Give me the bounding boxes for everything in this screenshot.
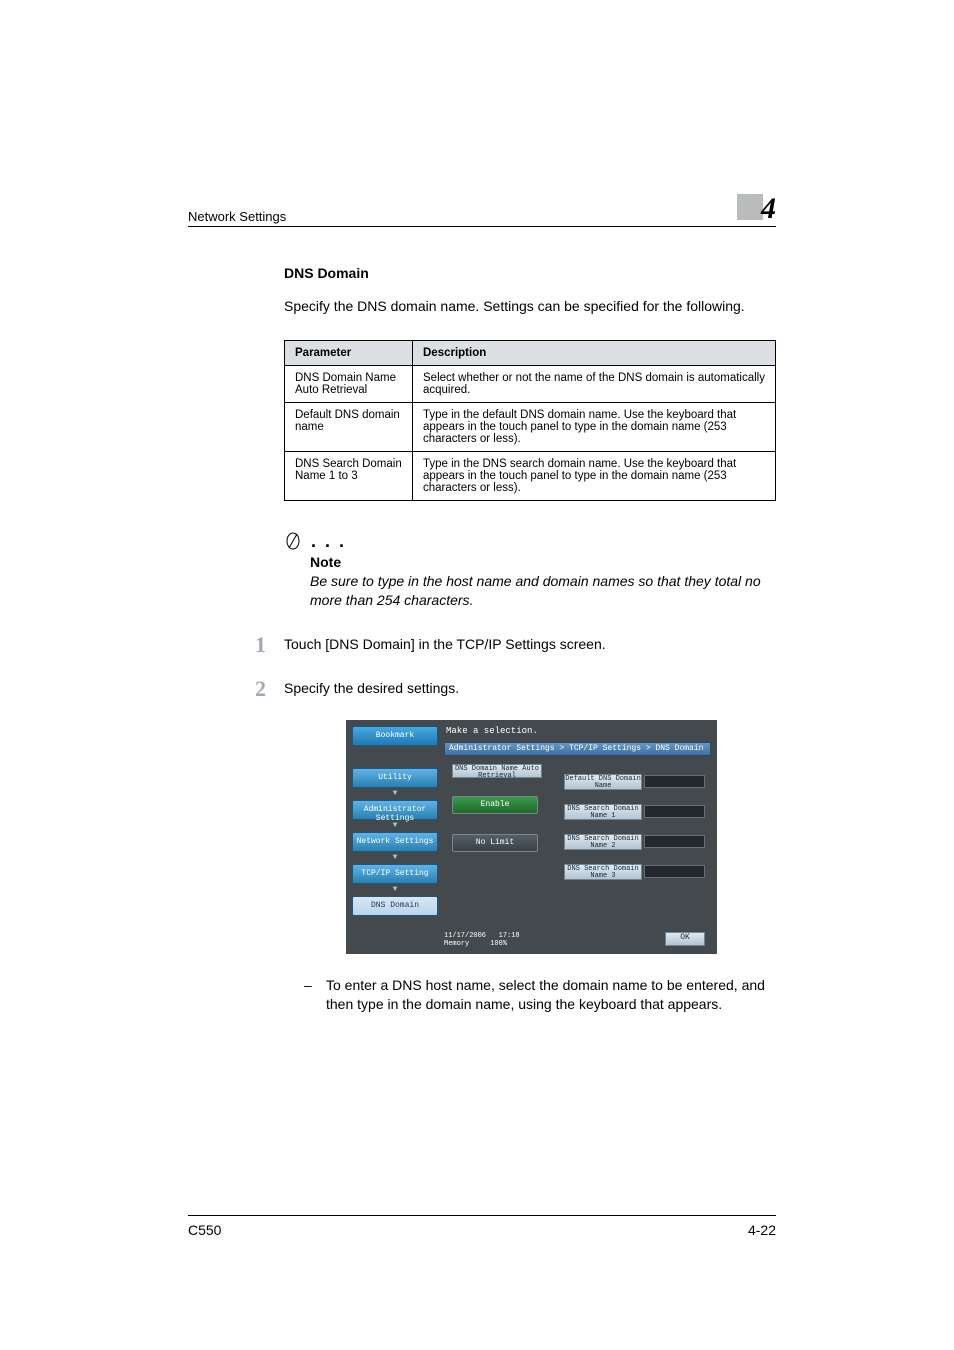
dns-search-2-field[interactable] [644, 835, 705, 848]
dns-search-1-field[interactable] [644, 805, 705, 818]
intro-paragraph: Specify the DNS domain name. Settings ca… [284, 297, 776, 316]
param-cell: DNS Domain Name Auto Retrieval [285, 365, 413, 402]
note-block: . . . Note Be sure to type in the host n… [284, 531, 776, 610]
sidebar-item-utility[interactable]: Utility [352, 768, 438, 788]
chapter-icon [737, 194, 763, 220]
chevron-down-icon: ▼ [352, 789, 438, 798]
sub-item-text: To enter a DNS host name, select the dom… [326, 976, 776, 1014]
sidebar-item-network[interactable]: Network Settings [352, 832, 438, 852]
table-row: DNS Domain Name Auto Retrieval Select wh… [285, 365, 776, 402]
status-memory-label: Memory [444, 940, 469, 948]
enable-button[interactable]: Enable [452, 796, 538, 814]
dns-search-2-label[interactable]: DNS Search Domain Name 2 [564, 834, 642, 850]
note-body: Be sure to type in the host name and dom… [310, 572, 776, 610]
dns-search-3-field[interactable] [644, 865, 705, 878]
breadcrumb: Administrator Settings > TCP/IP Settings… [444, 742, 711, 756]
parameter-table: Parameter Description DNS Domain Name Au… [284, 340, 776, 501]
running-header: Network Settings 4 [188, 190, 776, 227]
step-text: Specify the desired settings. [284, 676, 459, 696]
dns-search-1-label[interactable]: DNS Search Domain Name 1 [564, 804, 642, 820]
chevron-down-icon: ▼ [352, 885, 438, 894]
footer-page: 4-22 [748, 1222, 776, 1238]
table-row: Default DNS domain name Type in the defa… [285, 402, 776, 451]
status-memory-pct: 100% [490, 940, 507, 948]
auto-retrieval-label: DNS Domain Name Auto Retrieval [452, 764, 542, 778]
device-screenshot: Make a selection. Administrator Settings… [346, 720, 717, 954]
step-2: 2 Specify the desired settings. [284, 676, 776, 702]
ok-button[interactable]: OK [665, 932, 705, 946]
step-text: Touch [DNS Domain] in the TCP/IP Setting… [284, 632, 606, 652]
default-dns-label[interactable]: Default DNS Domain Name [564, 774, 642, 790]
dns-search-3-label[interactable]: DNS Search Domain Name 3 [564, 864, 642, 880]
page-footer: C550 4-22 [188, 1215, 776, 1238]
sub-list-item: – To enter a DNS host name, select the d… [284, 976, 776, 1014]
chapter-number: 4 [761, 192, 776, 226]
subsection-heading: DNS Domain [284, 265, 776, 281]
status-time: 17:18 [499, 932, 520, 940]
sidebar: Bookmark Utility ▼ Administrator Setting… [352, 726, 438, 948]
prompt-text: Make a selection. [446, 726, 538, 736]
note-icon: . . . [284, 531, 776, 552]
status-bar: 11/17/2006 17:18 Memory 100% [444, 932, 520, 948]
param-cell: DNS Search Domain Name 1 to 3 [285, 451, 413, 500]
step-number: 1 [244, 632, 284, 658]
desc-cell: Select whether or not the name of the DN… [413, 365, 776, 402]
main-panel: DNS Domain Name Auto Retrieval Enable No… [444, 760, 711, 948]
sidebar-item-dns-domain[interactable]: DNS Domain [352, 896, 438, 916]
status-date: 11/17/2006 [444, 932, 486, 940]
table-header-parameter: Parameter [285, 340, 413, 365]
param-cell: Default DNS domain name [285, 402, 413, 451]
desc-cell: Type in the DNS search domain name. Use … [413, 451, 776, 500]
chapter-indicator: 4 [737, 190, 776, 224]
step-number: 2 [244, 676, 284, 702]
chevron-down-icon: ▼ [352, 821, 438, 830]
step-1: 1 Touch [DNS Domain] in the TCP/IP Setti… [284, 632, 776, 658]
note-label: Note [310, 554, 776, 570]
table-row: DNS Search Domain Name 1 to 3 Type in th… [285, 451, 776, 500]
desc-cell: Type in the default DNS domain name. Use… [413, 402, 776, 451]
section-name: Network Settings [188, 209, 286, 224]
no-limit-button[interactable]: No Limit [452, 834, 538, 852]
sidebar-item-admin[interactable]: Administrator Settings [352, 800, 438, 820]
sidebar-item-tcpip[interactable]: TCP/IP Setting [352, 864, 438, 884]
chevron-down-icon: ▼ [352, 853, 438, 862]
table-header-description: Description [413, 340, 776, 365]
footer-model: C550 [188, 1222, 221, 1238]
bookmark-button[interactable]: Bookmark [352, 726, 438, 746]
dash-icon: – [304, 976, 326, 1014]
default-dns-field[interactable] [644, 775, 705, 788]
